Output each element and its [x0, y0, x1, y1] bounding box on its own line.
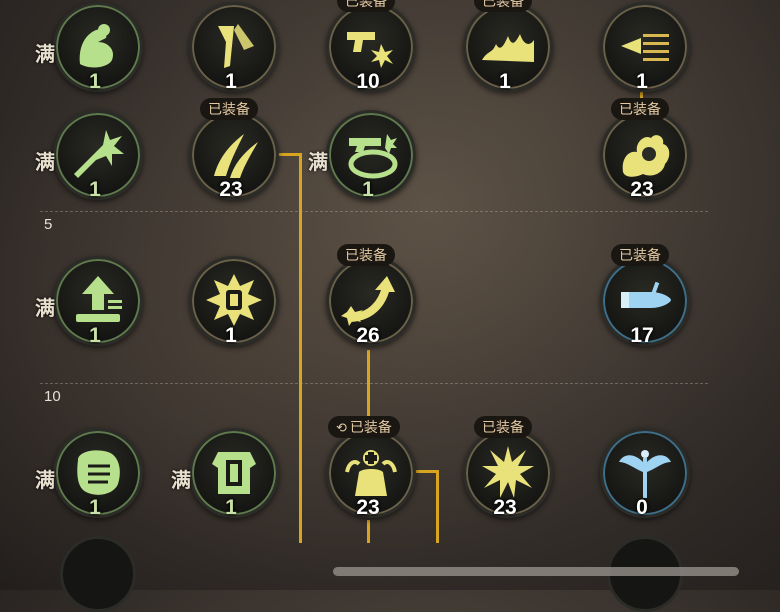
skill-node[interactable]: 已装备 23 — [460, 416, 553, 526]
skill-level: 1 — [636, 70, 648, 93]
skill-node[interactable]: 满 1 — [308, 110, 416, 208]
skill-level: 23 — [630, 178, 654, 201]
equipped-badge: 已装备 — [337, 244, 395, 266]
skill-node[interactable]: 已装备 10 — [323, 0, 416, 100]
equipped-label: 已装备 — [349, 419, 392, 435]
skill-node[interactable]: 已装备 17 — [597, 244, 690, 354]
equipped-badge: 已装备 — [474, 416, 532, 438]
flame-wave-icon — [482, 34, 534, 62]
skill-node[interactable]: 已装备 26 — [323, 244, 416, 354]
max-label: 满 — [35, 470, 55, 492]
skill-level: 10 — [356, 70, 380, 93]
figure-cross-icon — [345, 450, 397, 496]
skill-level: 1 — [89, 178, 101, 201]
skill-level: 26 — [356, 324, 380, 347]
skill-level: 1 — [225, 496, 237, 519]
skill-node[interactable]: 已装备 1 — [460, 0, 553, 100]
max-label: 满 — [35, 298, 55, 320]
bullet-burst-icon — [206, 274, 262, 326]
skill-level: 0 — [636, 496, 648, 519]
skill-level: 1 — [89, 70, 101, 93]
equipped-badge: 已装备 — [611, 98, 669, 120]
skill-level: 23 — [356, 496, 380, 519]
equipped-badge: 已装备 — [337, 0, 395, 12]
skill-level: 1 — [225, 324, 237, 347]
scrollbar[interactable] — [333, 567, 739, 576]
tier-divider — [40, 211, 708, 212]
skill-node[interactable]: ⟲ 已装备 23 — [323, 416, 416, 526]
twin-claw-icon — [214, 134, 258, 178]
connector-line — [412, 470, 439, 473]
connector-line — [436, 470, 439, 543]
skill-node[interactable]: 0 — [597, 428, 690, 526]
skill-level: 23 — [493, 496, 517, 519]
skill-node[interactable]: 满 1 — [35, 256, 143, 354]
up-arrow-icon — [76, 276, 122, 322]
tier-label-10: 10 — [44, 388, 61, 405]
equipped-badge: 已装备 — [474, 0, 532, 12]
tier-label-5: 5 — [44, 216, 53, 233]
equipped-badge: 已装备 — [200, 98, 258, 120]
connector-line — [299, 153, 302, 543]
winged-staff-icon — [619, 450, 671, 498]
explosion-icon — [482, 446, 534, 498]
skill-node[interactable]: 已装备 23 — [597, 98, 690, 208]
max-label: 满 — [171, 470, 191, 492]
blade-slash-icon — [218, 24, 254, 68]
skill-level: 23 — [219, 178, 243, 201]
gun-ring-icon — [348, 134, 398, 179]
max-label: 满 — [35, 152, 55, 174]
skill-node[interactable]: 满 1 — [171, 428, 279, 526]
muscle-arm-icon — [79, 24, 114, 68]
bullet-rush-icon — [621, 34, 669, 61]
bullet-icon — [621, 281, 671, 308]
skill-node[interactable]: 满 1 — [35, 110, 143, 208]
skill-level: 1 — [499, 70, 511, 93]
equipped-badge: ⟲ 已装备 — [328, 416, 400, 438]
skill-level: 17 — [630, 324, 654, 347]
swap-icon: ⟲ — [336, 420, 347, 435]
skill-node[interactable]: 满 1 — [35, 428, 143, 526]
skill-node[interactable]: 1 — [597, 2, 690, 100]
skill-level: 1 — [89, 496, 101, 519]
skill-node[interactable]: 已装备 23 — [186, 98, 279, 208]
equipped-badge: 已装备 — [611, 244, 669, 266]
tier-divider — [40, 383, 708, 384]
max-label: 满 — [308, 152, 328, 174]
skill-node[interactable]: 1 — [186, 2, 279, 100]
armor-icon — [212, 452, 256, 494]
curve-arrow-icon — [341, 276, 395, 326]
skill-level: 1 — [89, 324, 101, 347]
max-label: 满 — [35, 44, 55, 66]
burst-shot-icon — [74, 130, 124, 178]
skill-node-partial[interactable] — [60, 536, 136, 612]
pistol-spark-icon — [347, 32, 393, 68]
skill-node[interactable]: 满 1 — [35, 2, 143, 100]
fire-beast-icon — [622, 135, 670, 177]
gauntlet-icon — [77, 450, 120, 495]
skill-level: 1 — [362, 178, 374, 201]
skill-node[interactable]: 1 — [186, 256, 279, 354]
skill-level: 1 — [225, 70, 237, 93]
